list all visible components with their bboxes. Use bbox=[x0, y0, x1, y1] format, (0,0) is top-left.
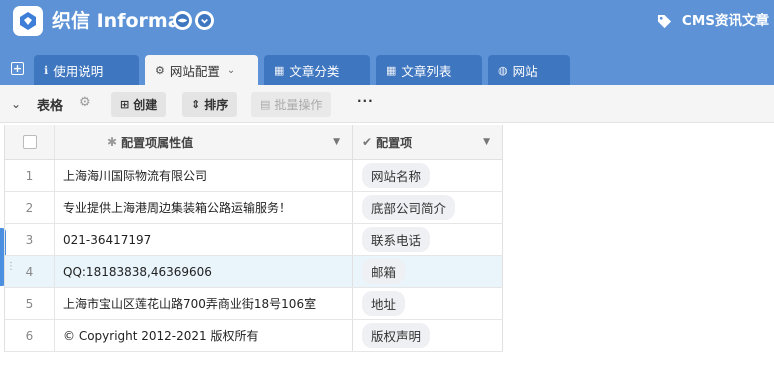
item-tag: 地址 bbox=[362, 291, 406, 316]
gear-icon[interactable]: ⚙ bbox=[79, 95, 91, 110]
row-index: 5 bbox=[5, 288, 55, 319]
header-cell-item[interactable]: ✔ 配置项 ▼ bbox=[353, 125, 503, 159]
item-tag: 邮箱 bbox=[362, 259, 406, 284]
cell-item[interactable]: 邮箱 bbox=[353, 256, 503, 287]
app-title-text: CMS资讯文章 bbox=[681, 13, 769, 29]
grid-header: ✱ 配置项属性值 ▼ ✔ 配置项 ▼ bbox=[5, 125, 503, 160]
cell-value[interactable]: 上海海川国际物流有限公司 bbox=[55, 160, 353, 191]
globe-icon: ◍ bbox=[498, 63, 508, 77]
table-row[interactable]: 2 专业提供上海港周边集装箱公路运输服务！ 底部公司简介 bbox=[5, 192, 503, 224]
tab-label: 网站配置 bbox=[169, 63, 220, 79]
view-title: 表格 bbox=[37, 99, 64, 114]
check-circle-icon: ✔ bbox=[362, 135, 373, 149]
select-all-checkbox[interactable] bbox=[22, 135, 37, 149]
row-index: 6 bbox=[5, 320, 55, 351]
cell-item[interactable]: 版权声明 bbox=[353, 320, 503, 351]
batch-operation-button[interactable]: ▤ 批量操作 bbox=[251, 92, 332, 117]
row-index: 3 bbox=[5, 224, 55, 255]
item-tag: 联系电话 bbox=[362, 227, 431, 252]
tab-article-category[interactable]: ▦ 文章分类 bbox=[264, 55, 370, 85]
header-cell-select bbox=[5, 125, 55, 159]
column-header-label: 配置项属性值 bbox=[121, 135, 194, 150]
cell-item[interactable]: 地址 bbox=[353, 288, 503, 319]
top-bar: 织信 Informat CMS资讯文章 + ℹ 使用说明 ⚙ 网站配置 ⌄ ▦ … bbox=[0, 0, 774, 85]
item-tag: 版权声明 bbox=[362, 323, 431, 348]
item-tag: 网站名称 bbox=[362, 163, 431, 188]
chevron-down-icon[interactable]: ⌄ bbox=[227, 65, 235, 76]
tab-bar: ℹ 使用说明 ⚙ 网站配置 ⌄ ▦ 文章分类 ▦ 文章列表 ◍ 网站 bbox=[34, 55, 570, 85]
column-menu-icon[interactable]: ▼ bbox=[333, 137, 340, 147]
sort-icon: ⇕ bbox=[191, 98, 201, 111]
toolbar: ⌄ 表格 ⚙ ⊞ 创建 ⇕ 排序 ▤ 批量操作 ··· bbox=[0, 85, 774, 123]
tab-site-config[interactable]: ⚙ 网站配置 ⌄ bbox=[145, 55, 258, 85]
column-menu-icon[interactable]: ▼ bbox=[483, 137, 490, 147]
cell-value[interactable]: © Copyright 2012-2021 版权所有 bbox=[55, 320, 353, 351]
batch-label: 批量操作 bbox=[274, 98, 323, 112]
add-tab-icon[interactable]: + bbox=[11, 62, 24, 75]
table-row[interactable]: 4 QQ:18183838,46369606 邮箱 bbox=[5, 256, 503, 288]
data-grid: ✱ 配置项属性值 ▼ ✔ 配置项 ▼ 1 上海海川国际物流有限公司 网站名称 2… bbox=[4, 125, 503, 352]
row-drag-handle-icon[interactable]: ⋮ bbox=[6, 262, 16, 272]
table-icon: ▦ bbox=[274, 63, 285, 77]
item-tag: 底部公司简介 bbox=[362, 195, 456, 220]
tab-label: 文章分类 bbox=[289, 63, 340, 79]
cell-item[interactable]: 网站名称 bbox=[353, 160, 503, 191]
header-cell-value[interactable]: ✱ 配置项属性值 ▼ bbox=[55, 125, 353, 159]
app-title: CMS资讯文章 bbox=[657, 10, 769, 32]
row-index: 2 bbox=[5, 192, 55, 223]
sort-button[interactable]: ⇕ 排序 bbox=[182, 92, 238, 117]
plus-icon: ⊞ bbox=[120, 98, 130, 111]
workspace-switch-icon[interactable] bbox=[173, 11, 192, 30]
info-icon: ℹ bbox=[44, 63, 49, 77]
logo-text: 织信 Informat bbox=[52, 10, 190, 32]
create-button[interactable]: ⊞ 创建 bbox=[111, 92, 167, 117]
more-options-icon[interactable]: ··· bbox=[357, 94, 374, 108]
tab-usage[interactable]: ℹ 使用说明 bbox=[34, 55, 139, 85]
cell-value[interactable]: 上海市宝山区莲花山路700弄商业街18号106室 bbox=[55, 288, 353, 319]
tab-article-list[interactable]: ▦ 文章列表 bbox=[376, 55, 482, 85]
cell-value[interactable]: 021-36417197 bbox=[55, 224, 353, 255]
table-row[interactable]: 3 021-36417197 联系电话 bbox=[5, 224, 503, 256]
config-icon: ⚙ bbox=[155, 63, 165, 77]
cell-value[interactable]: QQ:18183838,46369606 bbox=[55, 256, 353, 287]
download-circle-icon[interactable] bbox=[195, 11, 214, 30]
logo-icon bbox=[13, 6, 43, 36]
asterisk-icon: ✱ bbox=[107, 135, 118, 149]
row-index: 1 bbox=[5, 160, 55, 191]
tab-label: 网站 bbox=[512, 63, 538, 79]
column-header-label: 配置项 bbox=[376, 135, 413, 150]
table-row[interactable]: 6 © Copyright 2012-2021 版权所有 版权声明 bbox=[5, 320, 503, 352]
table-row[interactable]: 5 上海市宝山区莲花山路700弄商业街18号106室 地址 bbox=[5, 288, 503, 320]
collapse-chevron-icon[interactable]: ⌄ bbox=[11, 97, 21, 111]
create-label: 创建 bbox=[133, 98, 158, 112]
cell-item[interactable]: 联系电话 bbox=[353, 224, 503, 255]
batch-icon: ▤ bbox=[260, 98, 271, 111]
table-row[interactable]: 1 上海海川国际物流有限公司 网站名称 bbox=[5, 160, 503, 192]
cell-value[interactable]: 专业提供上海港周边集装箱公路运输服务！ bbox=[55, 192, 353, 223]
tag-icon bbox=[657, 14, 672, 29]
table-icon: ▦ bbox=[386, 63, 397, 77]
cell-item[interactable]: 底部公司简介 bbox=[353, 192, 503, 223]
tab-label: 使用说明 bbox=[53, 63, 104, 79]
tab-label: 文章列表 bbox=[401, 63, 452, 79]
sort-label: 排序 bbox=[204, 98, 229, 112]
tab-website[interactable]: ◍ 网站 bbox=[488, 55, 570, 85]
